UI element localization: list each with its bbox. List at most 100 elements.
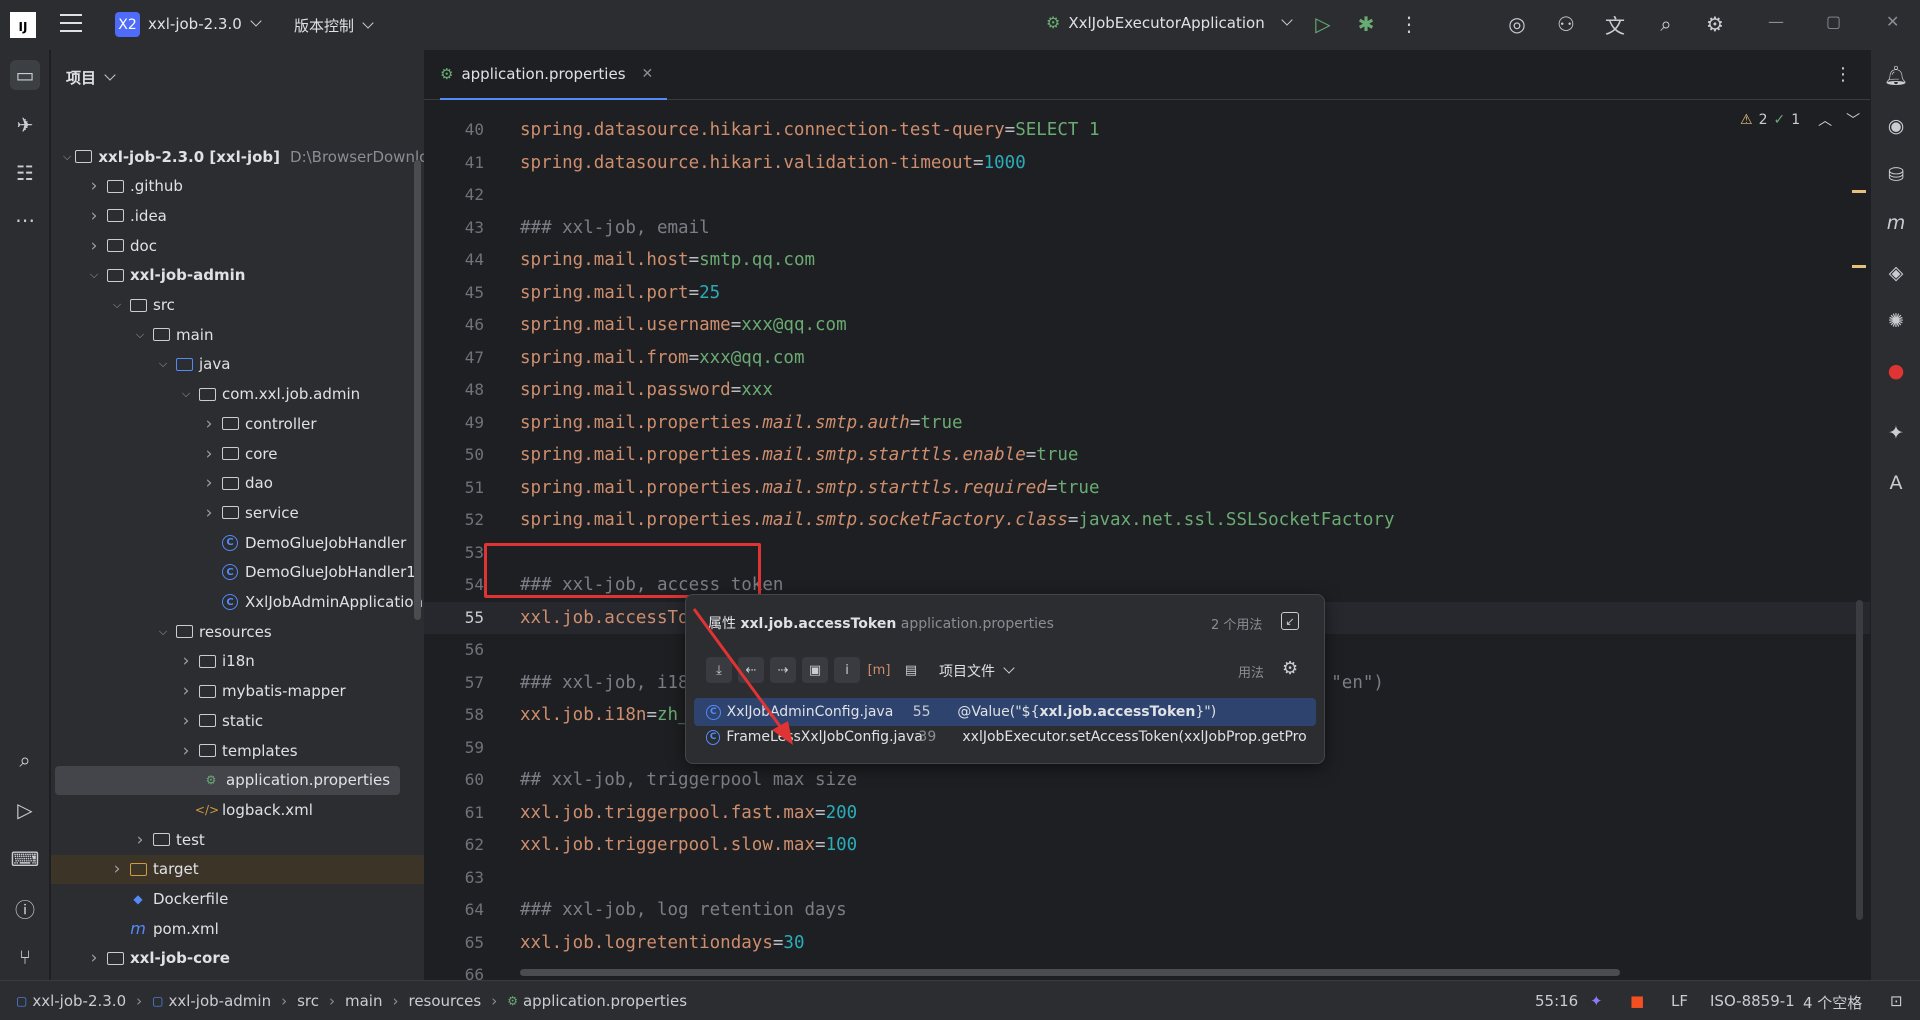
tree-item[interactable]: ◆ Dockerfile (51, 885, 424, 914)
line-number[interactable]: 54 (424, 575, 484, 594)
chevron-right-icon[interactable]: › (178, 681, 194, 701)
chevron-down-icon[interactable]: ⌵ (109, 298, 125, 312)
debug-icon[interactable]: ✱ (1353, 11, 1379, 37)
project-switcher[interactable]: xxl-job-2.3.0 (148, 15, 262, 33)
chevron-right-icon[interactable]: › (132, 830, 148, 850)
tree-item[interactable]: ⌵ main (51, 320, 424, 349)
services-icon[interactable]: ▷ (10, 795, 40, 825)
line-number[interactable]: 63 (424, 868, 484, 887)
code-line[interactable]: spring.datasource.hikari.connection-test… (520, 114, 1100, 146)
chevron-right-icon[interactable]: › (86, 176, 102, 196)
ant-icon[interactable]: ✦ (1883, 420, 1909, 446)
tree-item[interactable]: › dao (51, 469, 424, 498)
chevron-right-icon[interactable]: › (201, 444, 217, 464)
structure-icon[interactable]: ☷ (10, 158, 40, 188)
line-number[interactable]: 52 (424, 510, 484, 529)
warning-marker[interactable] (1852, 190, 1866, 193)
code-line[interactable]: spring.mail.properties.mail.smtp.auth=tr… (520, 407, 963, 439)
line-number[interactable]: 45 (424, 283, 484, 302)
project-view-selector[interactable]: 项目 (66, 67, 116, 88)
line-separator[interactable]: LF (1671, 992, 1688, 1010)
chevron-down-icon[interactable]: ⌵ (155, 625, 171, 639)
chevron-right-icon[interactable]: › (201, 473, 217, 493)
terminal-icon[interactable]: ⌨ (10, 844, 40, 874)
run-icon[interactable]: ▷ (1310, 11, 1336, 37)
tree-item[interactable]: ⌵ resources (51, 617, 424, 646)
tree-item[interactable]: › templates (51, 736, 424, 765)
chevron-right-icon[interactable]: › (86, 206, 102, 226)
line-number[interactable]: 56 (424, 640, 484, 659)
tree-item[interactable]: › .github (51, 172, 424, 201)
more-tools-icon[interactable]: ⋯ (10, 205, 40, 235)
chevron-down-icon[interactable]: ﹀ (1846, 110, 1860, 130)
add-user-icon[interactable]: ⚇ (1553, 11, 1579, 37)
tree-item[interactable]: C DemoGlueJobHandler (51, 528, 424, 557)
line-number[interactable]: 42 (424, 185, 484, 204)
line-number[interactable]: 44 (424, 250, 484, 269)
code-line[interactable]: spring.datasource.hikari.validation-time… (520, 147, 1026, 179)
minimize-icon[interactable]: — (1768, 12, 1784, 31)
line-number[interactable]: 51 (424, 478, 484, 497)
chevron-right-icon[interactable]: › (201, 503, 217, 523)
chevron-down-icon[interactable]: ⌵ (155, 357, 171, 371)
more-icon[interactable]: ⋮ (1396, 11, 1422, 37)
tree-item[interactable]: › test (51, 825, 424, 854)
tree-item[interactable]: › static (51, 706, 424, 735)
windows-icon[interactable]: ■ (1630, 992, 1644, 1010)
problems-icon[interactable]: ⓘ (10, 893, 40, 923)
line-number[interactable]: 49 (424, 413, 484, 432)
line-number[interactable]: 60 (424, 770, 484, 789)
project-folder-icon[interactable]: ▭ (10, 60, 40, 90)
notifications-icon[interactable]: 🔔︎ (1883, 62, 1909, 88)
code-line[interactable]: spring.mail.properties.mail.smtp.starttl… (520, 472, 1100, 504)
chevron-down-icon[interactable]: ⌵ (86, 268, 102, 282)
code-view[interactable]: 40 spring.datasource.hikari.connection-te… (424, 100, 1870, 980)
search-icon[interactable]: ⌕ (1653, 11, 1679, 37)
line-number[interactable]: 46 (424, 315, 484, 334)
line-number[interactable]: 50 (424, 445, 484, 464)
code-line[interactable]: xxl.job.triggerpool.slow.max=100 (520, 829, 857, 861)
breadcrumb-item[interactable]: src (297, 992, 319, 1010)
tree-item[interactable]: ⌵ java (51, 350, 424, 379)
tree-item[interactable]: ⌵ xxl-job-2.3.0 [xxl-job] D:\BrowserDownlo… (51, 142, 424, 171)
tree-item[interactable]: › .idea (51, 201, 424, 230)
close-icon[interactable]: ✕ (1886, 12, 1899, 31)
tab-application-properties[interactable]: ⚙ application.properties ✕ (440, 50, 668, 100)
line-number[interactable]: 62 (424, 835, 484, 854)
tree-item[interactable]: ⌵ xxl-job-admin (51, 261, 424, 290)
code-line[interactable]: xxl.job.i18n=zh_CN (520, 699, 710, 731)
popup-settings-icon[interactable]: ⚙ (1282, 658, 1298, 679)
line-number[interactable]: 53 (424, 543, 484, 562)
git-icon[interactable]: ⑂ (10, 942, 40, 972)
tree-item[interactable]: › service (51, 498, 424, 527)
tree-item[interactable]: ⌵ src (51, 291, 424, 320)
find-icon[interactable]: ⌕ (10, 745, 40, 775)
tree-item[interactable]: › core (51, 439, 424, 468)
inspections-widget[interactable]: ⚠ 2 ✓ 1 ︿ ﹀ (1740, 110, 1860, 130)
project-badge[interactable]: X2 (115, 12, 140, 37)
intellij-logo-icon[interactable]: IJ (10, 12, 36, 38)
tree-item[interactable]: › mybatis-mapper (51, 677, 424, 706)
line-number[interactable]: 48 (424, 380, 484, 399)
line-number[interactable]: 58 (424, 705, 484, 724)
open-in-find-window-icon[interactable]: ↙ (1281, 612, 1299, 630)
run-config-selector[interactable]: ⚙ XxlJobExecutorApplication (1046, 13, 1293, 32)
editor-horizontal-scrollbar[interactable] (520, 969, 1620, 976)
database-icon[interactable]: ⛁ (1883, 162, 1909, 188)
chevron-right-icon[interactable]: › (178, 651, 194, 671)
close-tab-icon[interactable]: ✕ (642, 66, 654, 82)
tree-scrollbar[interactable] (414, 160, 421, 620)
tree-item[interactable]: › xxl-job-core (51, 944, 424, 973)
chevron-right-icon[interactable]: › (86, 948, 102, 968)
file-encoding[interactable]: ISO-8859-1 (1710, 992, 1795, 1010)
member-icon[interactable]: [m] (866, 657, 892, 683)
tree-item[interactable]: </> logback.xml (51, 795, 424, 824)
chevron-down-icon[interactable]: ⌵ (63, 150, 71, 164)
show-info-icon[interactable]: i (834, 657, 860, 683)
line-number[interactable]: 47 (424, 348, 484, 367)
tree-item[interactable]: ⌵ com.xxl.job.admin (51, 380, 424, 409)
breadcrumb-item[interactable]: main (345, 992, 382, 1010)
code-line[interactable]: spring.mail.host=smtp.qq.com (520, 244, 815, 276)
tree-item[interactable]: › i18n (51, 647, 424, 676)
chevron-down-icon[interactable]: ⌵ (178, 387, 194, 401)
